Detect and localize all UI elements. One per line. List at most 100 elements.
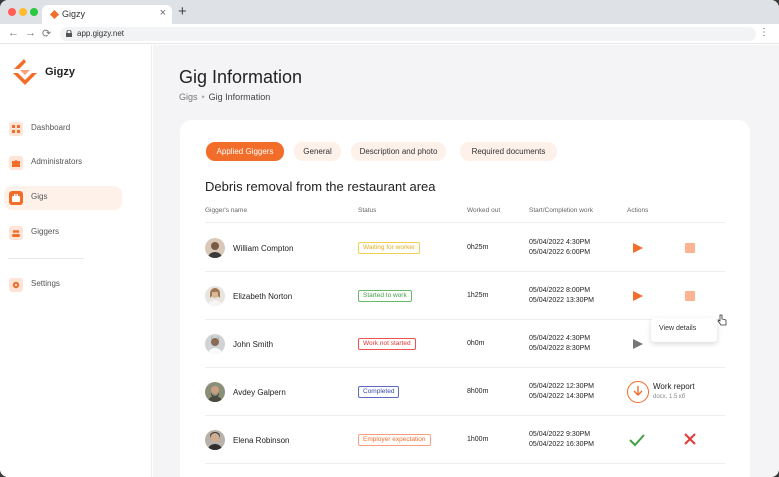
tab-applied-giggers[interactable]: Applied Giggers (206, 142, 284, 161)
worked-out-value: 1h25m (467, 292, 489, 299)
worked-out-value: 0h0m (467, 340, 485, 347)
sidebar-item-dashboard[interactable]: Dashboard (4, 117, 122, 141)
breadcrumb: Gigs • Gig Information (179, 92, 270, 102)
column-header-worked-out: Worked out (467, 207, 501, 214)
table-row[interactable]: Avdey Galpern Completed 8h00m 05/04/2022… (205, 368, 725, 416)
work-dates: 05/04/2022 12:30PM 05/04/2022 14:30PM (529, 382, 594, 402)
avatar (205, 430, 225, 450)
gig-title: Debris removal from the restaurant area (205, 179, 436, 194)
work-dates: 05/04/2022 9:30PM 05/04/2022 16:30PM (529, 430, 594, 450)
address-bar: ← → ⟳ app.gigzy.net ⋮ (0, 24, 779, 44)
view-details-tooltip[interactable]: View details (651, 318, 717, 342)
play-icon[interactable] (633, 291, 643, 301)
column-header-start-completion: Start/Completion work (529, 207, 593, 214)
start-date: 05/04/2022 12:30PM (529, 383, 594, 390)
work-report-link[interactable]: Work report (653, 382, 695, 391)
dashboard-icon (9, 122, 23, 136)
sidebar-item-giggers[interactable]: Giggers (4, 221, 122, 245)
sidebar-item-administrators[interactable]: Administrators (4, 151, 122, 175)
minimize-window-button[interactable] (19, 8, 27, 16)
reject-close-icon[interactable] (683, 432, 697, 446)
url-text: app.gigzy.net (77, 29, 124, 38)
page-title: Gig Information (179, 67, 303, 87)
reload-icon[interactable]: ⟳ (42, 27, 51, 40)
gigger-name: Elizabeth Norton (233, 292, 293, 301)
browser-menu-icon[interactable]: ⋮ (759, 27, 769, 38)
tab-description-and-photo[interactable]: Description and photo (351, 142, 446, 161)
maximize-window-button[interactable] (30, 8, 38, 16)
status-badge: Started to work (358, 290, 412, 302)
table-header: Gigger's name Status Worked out Start/Co… (205, 207, 725, 223)
url-field[interactable]: app.gigzy.net (60, 27, 756, 41)
browser-tab[interactable]: Gigzy × (42, 5, 172, 24)
avatar (205, 238, 225, 258)
approve-check-icon[interactable] (629, 433, 645, 447)
end-date: 05/04/2022 13:30PM (529, 297, 594, 304)
sidebar-item-label: Gigs (31, 192, 48, 201)
worked-out-value: 8h00m (467, 388, 489, 395)
tab-general[interactable]: General (294, 142, 341, 161)
gig-card: Applied Giggers General Description and … (180, 120, 750, 477)
sidebar-item-label: Giggers (31, 227, 60, 236)
work-dates: 05/04/2022 4:30PM 05/04/2022 6:00PM (529, 238, 590, 258)
browser-window: Gigzy × + ← → ⟳ app.gigzy.net ⋮ Gigzy Da… (0, 0, 779, 477)
sidebar-item-label: Administrators (31, 157, 83, 166)
status-badge: Employer expectation (358, 434, 431, 446)
gigzy-logo-icon (13, 59, 37, 85)
table-row[interactable]: Elena Robinson Employer expectation 1h00… (205, 416, 725, 464)
table-row[interactable]: William Compton Waiting for worker 0h25m… (205, 224, 725, 272)
work-dates: 05/04/2022 8:00PM 05/04/2022 13:30PM (529, 286, 594, 306)
avatar (205, 334, 225, 354)
status-badge: Completed (358, 386, 400, 398)
hand-cursor-icon (717, 314, 727, 326)
end-date: 05/04/2022 16:30PM (529, 441, 594, 448)
sidebar-item-settings[interactable]: Settings (4, 273, 122, 297)
tab-close-icon[interactable]: × (160, 7, 166, 19)
start-date: 05/04/2022 9:30PM (529, 431, 591, 438)
gigger-name: Elena Robinson (233, 436, 290, 445)
end-date: 05/04/2022 8:30PM (529, 345, 591, 352)
stop-icon[interactable] (685, 243, 695, 253)
logo-text: Gigzy (45, 66, 75, 78)
forward-icon[interactable]: → (25, 27, 36, 39)
start-date: 05/04/2022 4:30PM (529, 335, 591, 342)
start-date: 05/04/2022 8:00PM (529, 287, 591, 294)
breadcrumb-separator: • (201, 92, 205, 102)
gigger-name: William Compton (233, 244, 294, 253)
sidebar-item-label: Settings (31, 279, 60, 288)
back-icon[interactable]: ← (8, 27, 19, 39)
gigger-name: John Smith (233, 340, 274, 349)
lock-icon (66, 30, 72, 37)
breadcrumb-gigs-link[interactable]: Gigs (179, 92, 198, 102)
stop-icon[interactable] (685, 291, 695, 301)
sidebar-item-gigs[interactable]: Gigs (4, 186, 122, 210)
tab-bar: Gigzy × + (0, 0, 779, 24)
column-header-actions: Actions (627, 207, 649, 214)
column-header-name: Gigger's name (205, 207, 248, 214)
sidebar-item-label: Dashboard (31, 123, 71, 132)
gigzy-favicon-icon (50, 10, 59, 19)
gear-icon (9, 278, 23, 292)
sidebar: Gigzy Dashboard Administrators Gigs Gigg… (0, 45, 152, 477)
new-tab-button[interactable]: + (178, 3, 187, 20)
briefcase-icon (9, 191, 23, 205)
worked-out-value: 0h25m (467, 244, 489, 251)
end-date: 05/04/2022 14:30PM (529, 393, 594, 400)
main-content: Gig Information Gigs • Gig Information App… (153, 45, 779, 477)
download-icon[interactable] (627, 381, 649, 403)
sidebar-divider (8, 258, 84, 259)
close-window-button[interactable] (8, 8, 16, 16)
tab-required-documents[interactable]: Required documents (460, 142, 557, 161)
play-icon[interactable] (633, 339, 643, 349)
table-row[interactable]: John Smith Work not started 0h0m 05/04/2… (205, 320, 725, 368)
start-date: 05/04/2022 4:30PM (529, 239, 591, 246)
puzzle-icon (9, 156, 23, 170)
table-row[interactable]: Elizabeth Norton Started to work 1h25m 0… (205, 272, 725, 320)
people-icon (9, 226, 23, 240)
avatar (205, 286, 225, 306)
status-badge: Work not started (358, 338, 416, 350)
play-icon[interactable] (633, 243, 643, 253)
status-badge: Waiting for worker (358, 242, 421, 254)
breadcrumb-current: Gig Information (208, 92, 271, 102)
end-date: 05/04/2022 6:00PM (529, 249, 591, 256)
